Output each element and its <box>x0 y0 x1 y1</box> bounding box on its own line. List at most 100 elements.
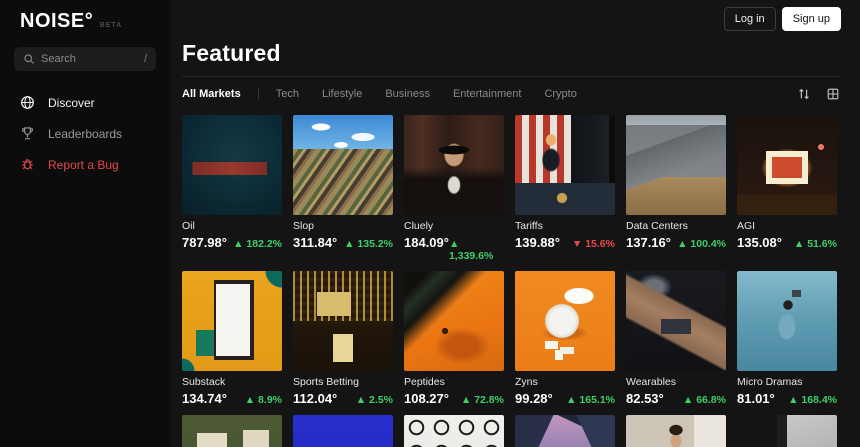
market-price: 81.01° <box>737 391 775 406</box>
auth-buttons: Log in Sign up <box>724 7 841 31</box>
market-price: 139.88° <box>515 235 560 250</box>
market-name: Sports Betting <box>293 376 393 388</box>
globe-icon <box>20 95 35 110</box>
bug-icon <box>20 157 35 172</box>
tab-all-markets[interactable]: All Markets <box>182 88 241 100</box>
market-card-tariffs[interactable]: Tariffs 139.88° ▼ 15.6% <box>515 115 615 262</box>
trophy-icon <box>20 126 35 141</box>
grid-toolbar <box>797 87 840 101</box>
market-name: Wearables <box>626 376 726 388</box>
brand-logo[interactable]: NOISE° BETA <box>14 8 156 33</box>
search-shortcut-key: / <box>144 53 147 65</box>
market-price-row: 81.01° ▲ 168.4% <box>737 391 837 406</box>
sort-button[interactable] <box>797 87 811 101</box>
market-card-datacenters[interactable]: Data Centers 137.16° ▲ 100.4% <box>626 115 726 262</box>
grid-view-icon <box>826 87 840 101</box>
market-card-grandma[interactable] <box>182 415 282 447</box>
market-name: Substack <box>182 376 282 388</box>
market-change-up: ▲ 135.2% <box>344 238 393 250</box>
market-card-slop[interactable]: Slop 311.84° ▲ 135.2% <box>293 115 393 262</box>
market-price-row: 184.09°▲ 1,339.6% <box>404 235 504 262</box>
market-grid: Oil 787.98°▲ 182.2% Slop 311.84° ▲ 135.2% Clu… <box>182 115 840 447</box>
market-price-row: 311.84° ▲ 135.2% <box>293 235 393 250</box>
market-change-down: ▼ 15.6% <box>572 238 615 250</box>
grid-view-button[interactable] <box>826 87 840 101</box>
market-name: Micro Dramas <box>737 376 837 388</box>
sidebar-item-report-a-bug[interactable]: Report a Bug <box>14 149 156 180</box>
app-root: NOISE° BETA Search / Discover Leaderboar… <box>0 0 860 447</box>
search-icon <box>23 53 35 65</box>
market-name: Slop <box>293 220 393 232</box>
market-card-peptides[interactable]: Peptides 108.27°▲ 72.8% <box>404 271 504 406</box>
market-name: Peptides <box>404 376 504 388</box>
market-name: Tariffs <box>515 220 615 232</box>
market-price-row: 787.98°▲ 182.2% <box>182 235 282 250</box>
market-price: 135.08° <box>737 235 782 250</box>
market-name: Oil <box>182 220 282 232</box>
market-price: 134.74° <box>182 391 227 406</box>
market-card-skyscrapers[interactable] <box>515 415 615 447</box>
market-name: Data Centers <box>626 220 726 232</box>
market-card-crab[interactable] <box>293 415 393 447</box>
sidebar-item-label: Discover <box>48 96 95 110</box>
market-price-row: 139.88° ▼ 15.6% <box>515 235 615 250</box>
market-change-up: ▲ 182.2% <box>233 238 282 250</box>
sidebar: NOISE° BETA Search / Discover Leaderboar… <box>0 0 170 447</box>
sportsbetting-market-image <box>293 271 393 371</box>
category-tabs: All Markets Tech Lifestyle Business Entertai… <box>182 87 600 100</box>
tab-entertainment[interactable]: Entertainment <box>453 88 521 100</box>
market-price: 311.84° <box>293 235 337 250</box>
market-price-row: 108.27°▲ 72.8% <box>404 391 504 406</box>
tab-crypto[interactable]: Crypto <box>544 88 576 100</box>
market-change-up: ▲ 100.4% <box>677 238 726 250</box>
tab-divider <box>258 87 259 100</box>
market-price: 137.16° <box>626 235 671 250</box>
microdramas-market-image <box>737 271 837 371</box>
slop-market-image <box>293 115 393 215</box>
zyns-market-image <box>515 271 615 371</box>
market-name: AGI <box>737 220 837 232</box>
page-title: Featured <box>182 40 840 67</box>
market-price-row: 82.53°▲ 66.8% <box>626 391 726 406</box>
market-card-oil[interactable]: Oil 787.98°▲ 182.2% <box>182 115 282 262</box>
grandma-market-image <box>182 415 282 447</box>
agi-market-image <box>737 115 837 215</box>
market-price: 184.09° <box>404 235 449 250</box>
login-button[interactable]: Log in <box>724 7 776 31</box>
main-content: Log in Sign up Featured All Markets Tech L… <box>170 0 860 447</box>
market-card-cluely[interactable]: Cluely 184.09°▲ 1,339.6% <box>404 115 504 262</box>
search-input[interactable]: Search / <box>14 47 156 71</box>
market-card-substack[interactable]: Substack 134.74°▲ 8.9% <box>182 271 282 406</box>
skyscrapers-market-image <box>515 415 615 447</box>
cluely-market-image <box>404 115 504 215</box>
tab-lifestyle[interactable]: Lifestyle <box>322 88 362 100</box>
signup-button[interactable]: Sign up <box>782 7 841 31</box>
market-card-openaikey[interactable] <box>737 415 837 447</box>
sidebar-item-leaderboards[interactable]: Leaderboards <box>14 118 156 149</box>
brand-name: NOISE° <box>20 10 93 32</box>
market-price-row: 99.28°▲ 165.1% <box>515 391 615 406</box>
market-name: Cluely <box>404 220 504 232</box>
tab-tech[interactable]: Tech <box>276 88 299 100</box>
search-placeholder: Search <box>41 53 76 65</box>
wearables-market-image <box>626 271 726 371</box>
openaikey-market-image <box>737 415 837 447</box>
market-card-suitportrait[interactable] <box>626 415 726 447</box>
market-card-globes[interactable] <box>404 415 504 447</box>
peptides-market-image <box>404 271 504 371</box>
market-card-zyns[interactable]: Zyns99.28°▲ 165.1% <box>515 271 615 406</box>
market-price-row: 135.08°▲ 51.6% <box>737 235 837 250</box>
market-card-sportsbetting[interactable]: Sports Betting112.04°▲ 2.5% <box>293 271 393 406</box>
market-card-microdramas[interactable]: Micro Dramas 81.01° ▲ 168.4% <box>737 271 837 406</box>
tab-business[interactable]: Business <box>385 88 430 100</box>
substack-market-image <box>182 271 282 371</box>
market-change-up: ▲ 168.4% <box>788 394 837 406</box>
sort-icon <box>797 87 811 101</box>
market-price: 99.28° <box>515 391 553 406</box>
market-card-wearables[interactable]: Wearables 82.53°▲ 66.8% <box>626 271 726 406</box>
market-card-agi[interactable]: AGI 135.08°▲ 51.6% <box>737 115 837 262</box>
market-price-row: 134.74°▲ 8.9% <box>182 391 282 406</box>
sidebar-nav: Discover Leaderboards Report a Bug <box>14 87 156 180</box>
sidebar-item-discover[interactable]: Discover <box>14 87 156 118</box>
category-tabs-row: All Markets Tech Lifestyle Business Entertai… <box>182 77 840 110</box>
